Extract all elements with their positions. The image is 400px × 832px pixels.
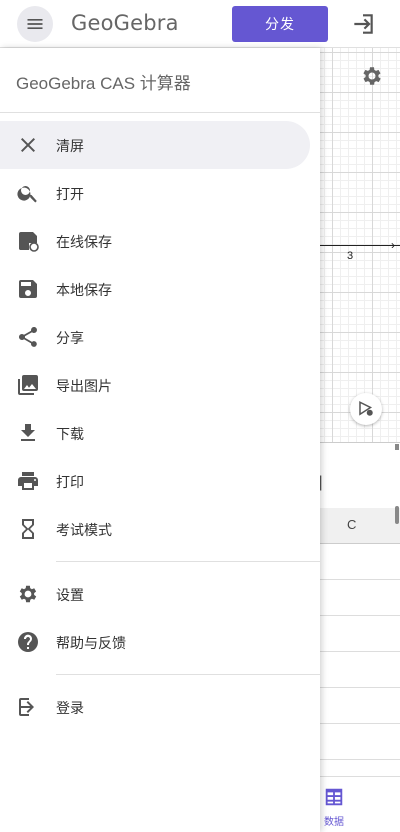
menu-item-settings[interactable]: 设置	[0, 570, 310, 618]
menu-item-export-image[interactable]: 导出图片	[0, 361, 310, 409]
menu-button[interactable]	[17, 6, 53, 42]
menu-item-label: 分享	[56, 330, 84, 346]
download-icon	[21, 424, 35, 441]
app-logo: GeoGebra	[71, 11, 179, 35]
row-divider	[320, 759, 400, 760]
drawer-divider	[0, 112, 320, 113]
menu-item-clear[interactable]: 清屏	[0, 121, 310, 169]
drawer-divider	[56, 561, 320, 562]
gear-icon	[19, 585, 37, 603]
column-c-label: C	[347, 517, 357, 532]
save-icon	[19, 280, 37, 298]
menu-item-label: 清屏	[56, 138, 84, 154]
hamburger-icon	[27, 19, 43, 29]
login-icon[interactable]	[350, 11, 376, 37]
table-icon	[325, 788, 343, 806]
menu-item-save-local[interactable]: 本地保存	[0, 265, 310, 313]
menu-item-label: 在线保存	[56, 234, 112, 250]
spreadsheet-scroll-top[interactable]	[395, 444, 399, 450]
cloud-save-icon	[19, 232, 39, 252]
data-tab[interactable]: 数据	[320, 786, 348, 828]
data-tab-label: 数据	[324, 817, 344, 828]
share-icon	[18, 326, 37, 347]
axis-arrow: ›	[391, 238, 395, 252]
print-icon	[18, 472, 38, 490]
close-icon	[21, 138, 35, 152]
row-divider	[320, 723, 400, 724]
drawer-title: GeoGebra CAS 计算器	[16, 74, 191, 93]
menu-item-save-online[interactable]: 在线保存	[0, 217, 310, 265]
menu-item-label: 下载	[56, 426, 84, 442]
menu-item-sign-in[interactable]: 登录	[0, 683, 310, 731]
menu-item-exam-mode[interactable]: 考试模式	[0, 505, 310, 553]
menu-item-label: 登录	[56, 700, 84, 716]
menu-item-label: 打印	[56, 474, 84, 490]
menu-item-label: 打开	[56, 186, 84, 202]
navigation-drawer: GeoGebra CAS 计算器 清屏 打开 在线保存 本地保存 分享 导出图片	[0, 48, 320, 832]
drawer-divider	[56, 674, 320, 675]
x-tick-label: 3	[347, 250, 354, 262]
menu-item-label: 设置	[56, 587, 84, 603]
menu-item-download[interactable]: 下载	[0, 409, 310, 457]
column-header[interactable]	[320, 508, 400, 544]
menu-item-help[interactable]: 帮助与反馈	[0, 618, 310, 666]
row-divider	[320, 651, 400, 652]
gear-icon[interactable]	[360, 64, 384, 88]
menu-item-print[interactable]: 打印	[0, 457, 310, 505]
menu-item-share[interactable]: 分享	[0, 313, 310, 361]
top-app-bar: GeoGebra 分发	[0, 0, 400, 48]
x-axis	[320, 245, 400, 246]
hourglass-icon	[22, 519, 34, 539]
row-divider	[320, 615, 400, 616]
login-icon	[19, 698, 34, 716]
menu-item-label: 本地保存	[56, 282, 112, 298]
menu-item-open[interactable]: 打开	[0, 169, 310, 217]
style-bar-button[interactable]	[350, 393, 382, 425]
search-icon	[17, 186, 37, 203]
help-icon	[18, 632, 38, 652]
row-divider	[320, 687, 400, 688]
menu-item-label: 帮助与反馈	[56, 635, 126, 651]
menu-item-label: 导出图片	[56, 378, 112, 394]
menu-item-label: 考试模式	[56, 522, 112, 538]
image-icon	[18, 375, 38, 395]
share-button[interactable]: 分发	[232, 6, 328, 42]
style-bar-icon	[359, 401, 373, 416]
row-divider	[320, 579, 400, 580]
spreadsheet-scrollbar[interactable]	[395, 506, 399, 524]
